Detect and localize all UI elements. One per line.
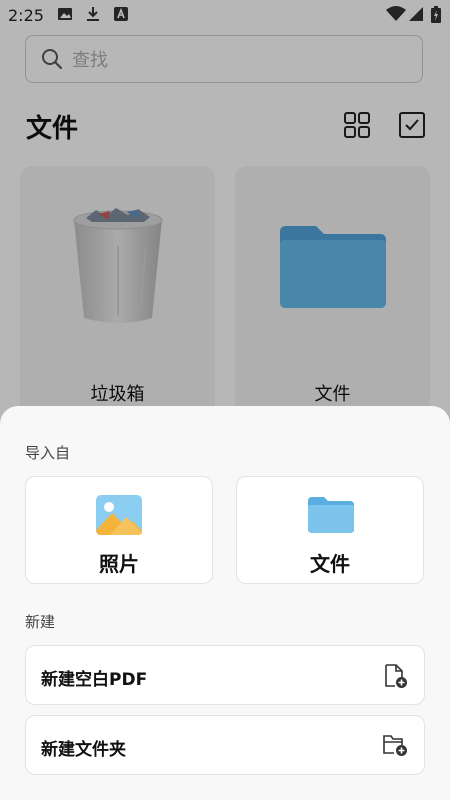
import-photos-button[interactable]: 照片 <box>25 476 213 584</box>
folder-icon <box>308 497 354 533</box>
import-files-label: 文件 <box>310 552 350 576</box>
import-files-button[interactable]: 文件 <box>236 476 424 584</box>
new-folder-button[interactable]: 新建文件夹 <box>25 715 425 775</box>
import-section-label: 导入自 <box>25 444 71 462</box>
add-folder-icon <box>383 735 407 756</box>
photo-icon <box>96 495 142 535</box>
new-section-label: 新建 <box>25 613 56 631</box>
import-photos-label: 照片 <box>99 552 139 576</box>
files-screen: 2:25 文件 <box>0 0 450 800</box>
add-document-icon <box>385 664 407 688</box>
new-blank-pdf-label: 新建空白PDF <box>41 670 148 690</box>
new-blank-pdf-button[interactable]: 新建空白PDF <box>25 645 425 705</box>
bottom-sheet: 导入自 照片 文件 新建 新建空白PDF 新建文件夹 <box>0 406 450 800</box>
new-folder-label: 新建文件夹 <box>41 740 126 760</box>
